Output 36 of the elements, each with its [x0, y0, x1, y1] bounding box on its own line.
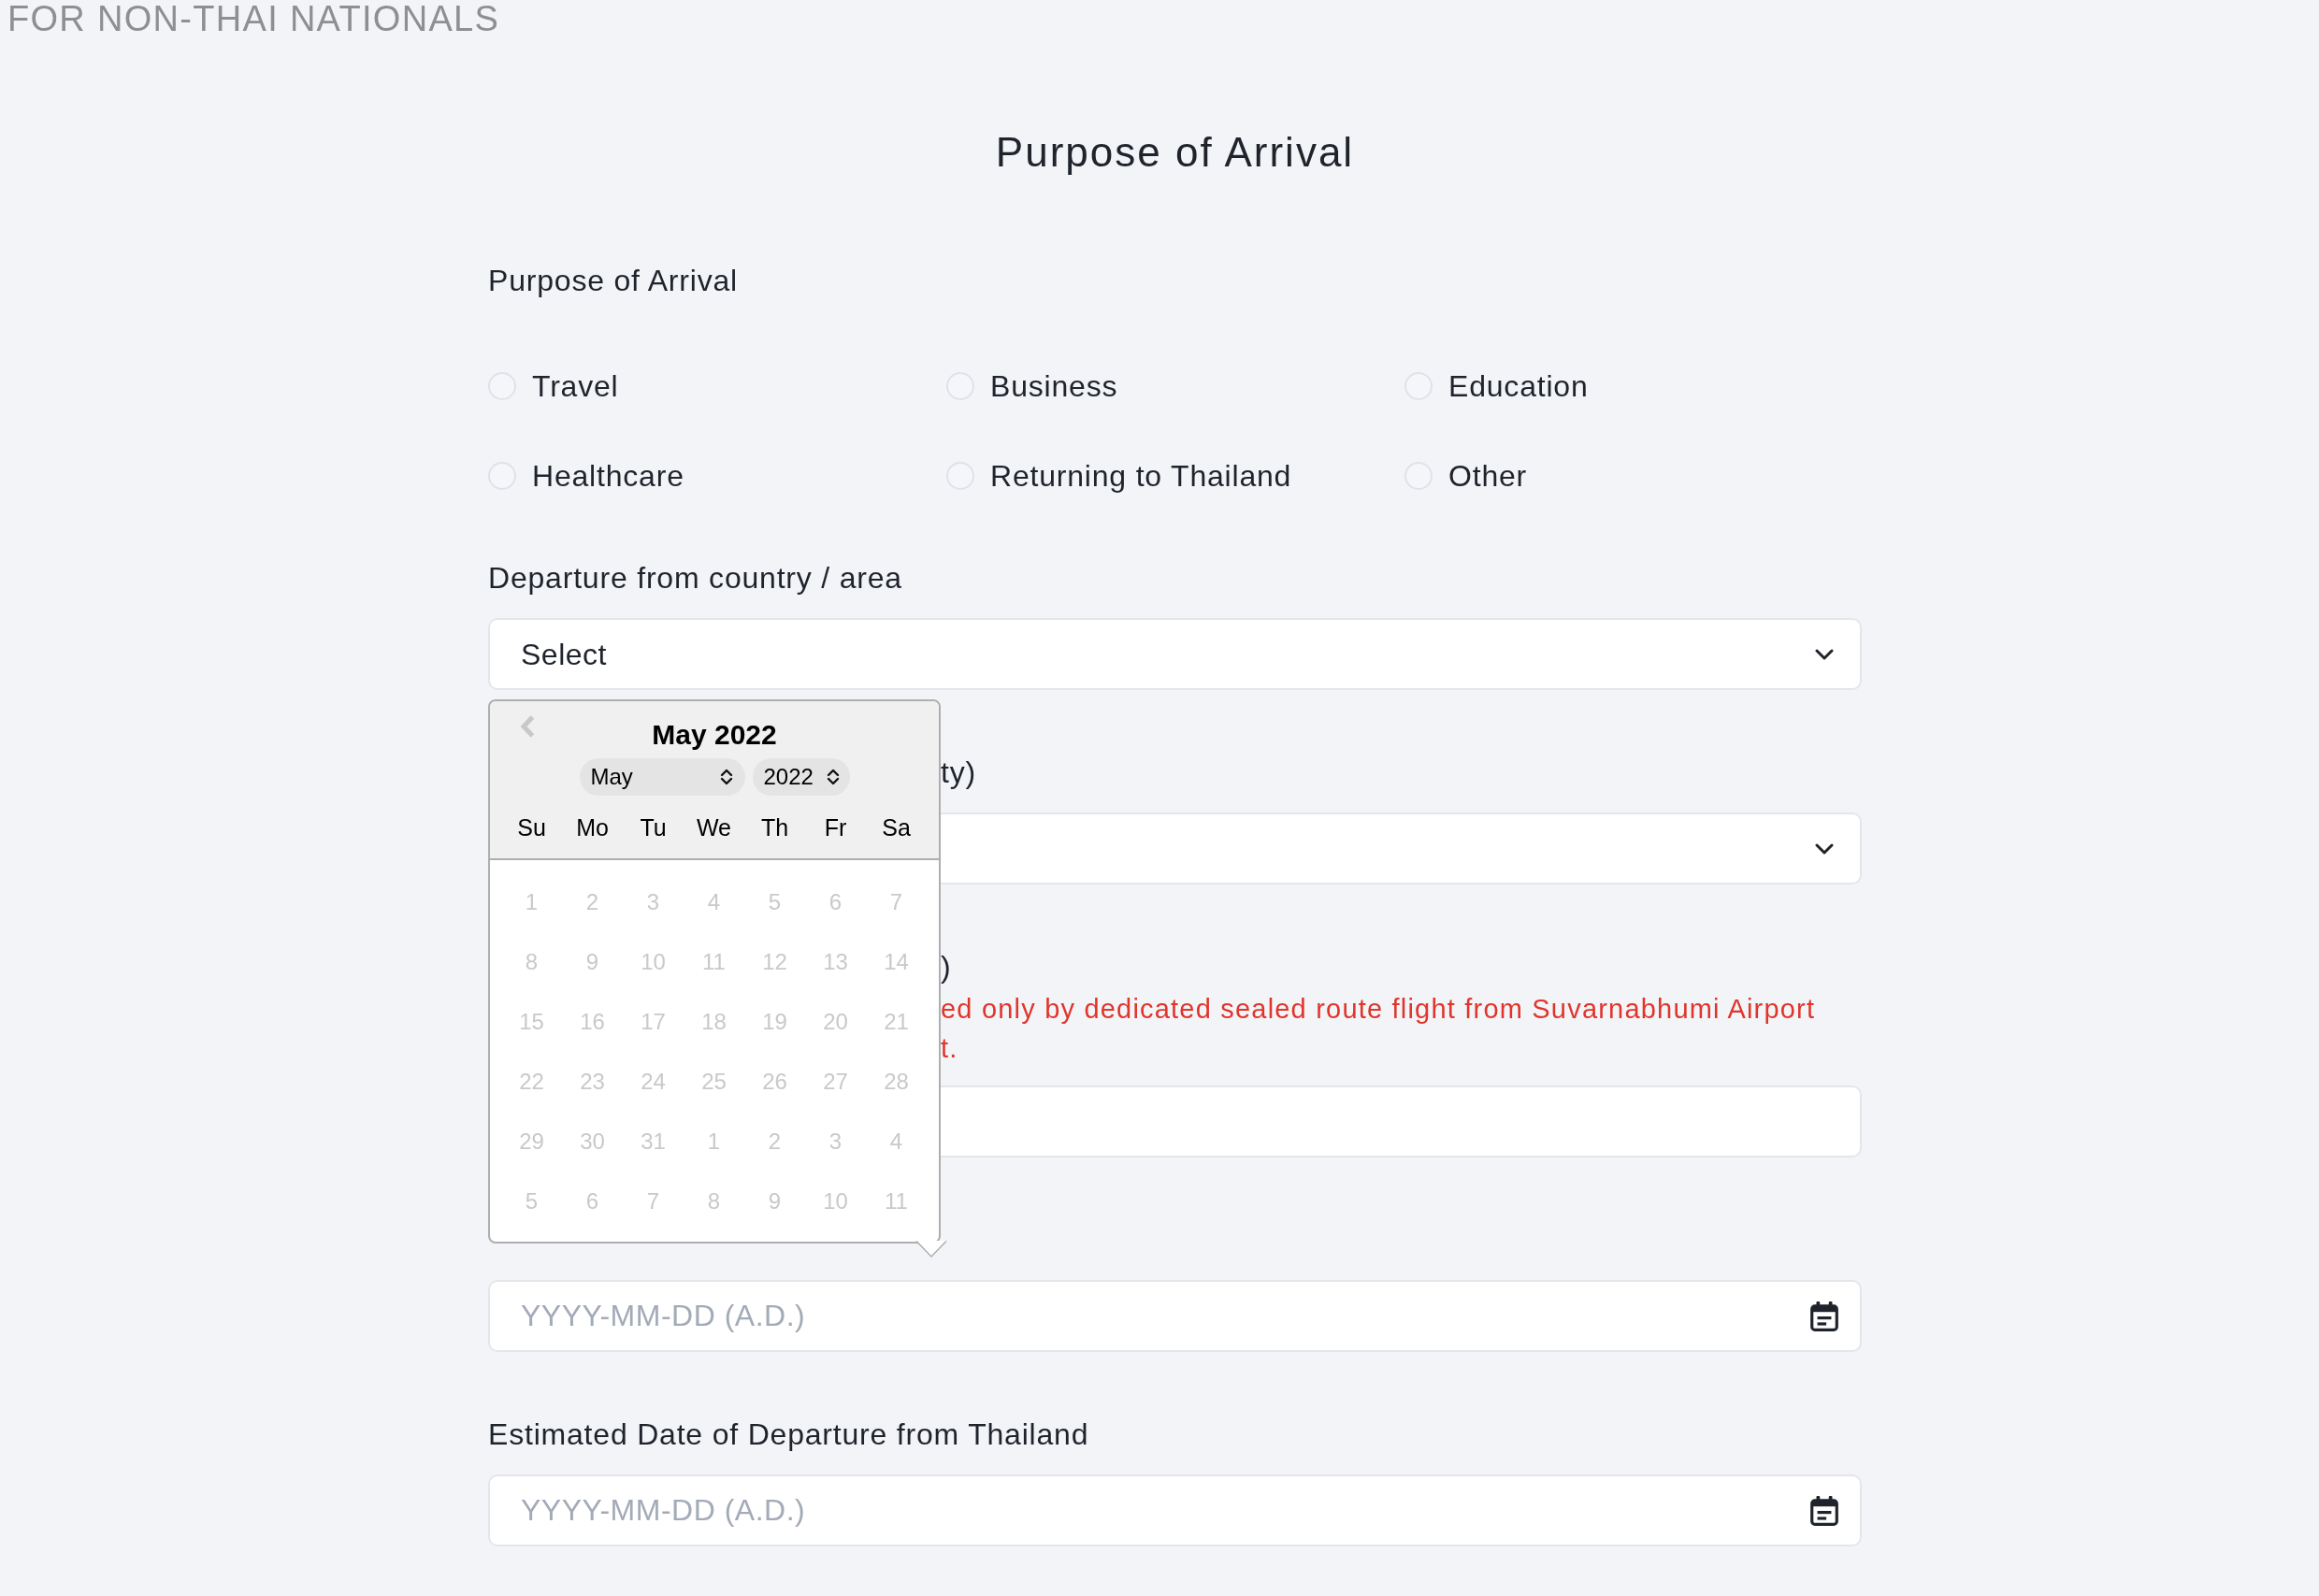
date-field[interactable]: YYYY-MM-DD (A.D.) [488, 1280, 1862, 1352]
radio-label[interactable]: Returning to Thailand [990, 456, 1292, 496]
select-field[interactable]: Select [488, 618, 1862, 690]
radio-label[interactable]: Travel [532, 367, 619, 406]
select-field[interactable] [941, 812, 1862, 884]
weekday-label: Su [517, 813, 546, 841]
weekday-label: We [696, 813, 732, 841]
weekday-label: Fr [824, 813, 847, 841]
weekday-label: Mo [576, 813, 609, 841]
radio-label[interactable]: Healthcare [532, 456, 684, 496]
weekday-label: Sa [882, 813, 911, 841]
field-label: Purpose of Arrival [488, 263, 738, 299]
date-field[interactable]: YYYY-MM-DD (A.D.) [488, 1474, 1862, 1546]
up-down-chevron-icon [718, 767, 734, 787]
month-select[interactable]: May [579, 758, 745, 796]
up-down-chevron-icon [825, 767, 841, 787]
warning-text: ed only by dedicated sealed route flight from Suvarnabhumi Airport [941, 993, 1816, 1026]
radio-label[interactable]: Other [1448, 456, 1528, 496]
chevron-down-icon [1815, 648, 1834, 660]
calendar-icon[interactable] [1809, 1495, 1839, 1527]
year-select[interactable]: 2022 [752, 758, 850, 796]
radio-label[interactable]: Business [990, 367, 1118, 406]
field-label: ty) [941, 755, 976, 791]
radio-label[interactable]: Education [1448, 367, 1589, 406]
field-label: Estimated Date of Departure from Thailand [488, 1416, 1089, 1453]
weekday-label: Tu [640, 813, 667, 841]
text-input[interactable] [941, 1086, 1862, 1157]
calendar-icon[interactable] [1809, 1301, 1839, 1332]
page-header-text: FOR NON-THAI NATIONALS [7, 0, 500, 37]
warning-text: t. [941, 1032, 958, 1065]
calendar-title: May 2022 [652, 719, 777, 751]
field-label: Departure from country / area [488, 560, 902, 597]
weekday-label: Th [760, 813, 789, 841]
chevron-down-icon [1815, 842, 1834, 855]
page-title: Purpose of Arrival [995, 128, 1355, 177]
field-label: ) [941, 949, 952, 985]
